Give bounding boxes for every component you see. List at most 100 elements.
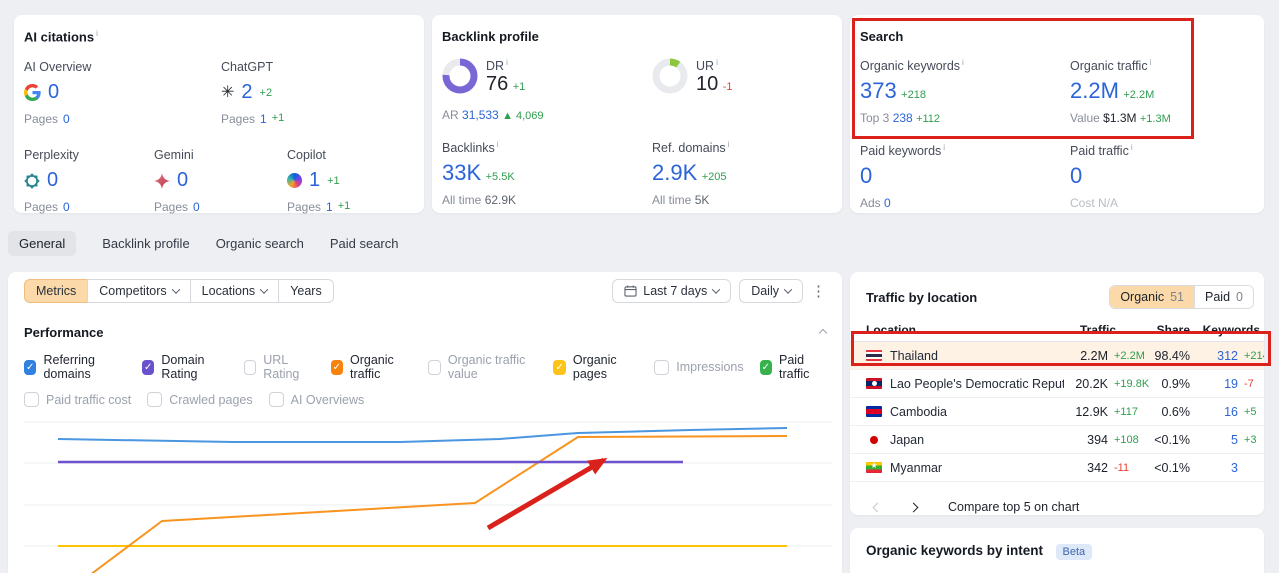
toggle-organic[interactable]: Organic 51 [1110, 286, 1195, 308]
chevron-right-icon [908, 502, 918, 512]
table-row-japan[interactable]: Japan 394 +108 <0.1% 5 +3 [850, 426, 1264, 454]
chevron-down-icon [783, 285, 793, 294]
ur-donut [652, 58, 688, 94]
info-icon: i [962, 58, 964, 67]
pages-label: Pages [24, 112, 59, 127]
chatgpt-label: ChatGPT [221, 60, 274, 75]
keywords-by-intent-card: Organic keywords by intent Beta [850, 528, 1264, 573]
keywords-by-intent-title: Organic keywords by intent [866, 543, 1044, 558]
pages-label: Pages [154, 200, 189, 215]
annotation-arrow [486, 457, 608, 531]
keywords-link[interactable]: 312 [1190, 349, 1238, 363]
locations-dropdown[interactable]: Locations [189, 279, 279, 303]
dr-value: 76 [486, 73, 509, 96]
keywords-link[interactable]: 5 [1190, 433, 1238, 447]
ads-value[interactable]: 0 [884, 196, 891, 210]
chevron-down-icon [259, 285, 269, 294]
ai-overview-value[interactable]: 0 [48, 81, 59, 104]
checkbox-referring-domains[interactable]: Referring domains [24, 353, 126, 381]
checkbox-box [654, 359, 670, 375]
search-title: Search [860, 29, 904, 44]
chevron-down-icon [711, 285, 721, 294]
traffic-value-delta: +1.3M [1139, 113, 1171, 126]
backlinks-delta: +5.5K [485, 171, 515, 184]
table-row-thailand[interactable]: Thailand 2.2M +2.2M 98.4% 312 +214 [850, 342, 1264, 370]
pages-value[interactable]: 1 [260, 112, 267, 126]
pages-value[interactable]: 0 [63, 112, 70, 126]
table-row-cambodia[interactable]: Cambodia 12.9K +117 0.6% 16 +5 [850, 398, 1264, 426]
toggle-paid[interactable]: Paid 0 [1194, 286, 1253, 308]
ur-delta: -1 [722, 81, 733, 94]
table-row-laos[interactable]: Lao People's Democratic Reput 20.2K +19.… [850, 370, 1264, 398]
checkbox-domain-rating[interactable]: Domain Rating [141, 353, 228, 381]
ahrefs-overview-dashboard: AI citations i AI Overview 0 Pages 0 ChatG… [0, 0, 1279, 573]
competitors-dropdown[interactable]: Competitors [87, 279, 190, 303]
date-range-dropdown[interactable]: Last 7 days [612, 279, 732, 303]
tab-general[interactable]: General [8, 231, 77, 256]
ref-domains-value[interactable]: 2.9K [652, 160, 697, 185]
organic-traffic-value[interactable]: 2.2M [1070, 78, 1119, 103]
chatgpt-delta: +2 [259, 86, 273, 99]
checkbox-impressions[interactable]: Impressions [654, 353, 744, 381]
keywords-link[interactable]: 19 [1190, 377, 1238, 391]
next-page-button[interactable] [902, 496, 924, 515]
prev-page-button[interactable] [866, 496, 888, 515]
tab-paid-search[interactable]: Paid search [330, 236, 399, 251]
paid-traffic-label: Paid traffic i [1070, 143, 1133, 159]
pages-label: Pages [24, 200, 59, 215]
checkbox-box [428, 359, 441, 375]
table-row-myanmar[interactable]: Myanmar 342 -11 <0.1% 3 [850, 454, 1264, 482]
perplexity-value[interactable]: 0 [47, 169, 58, 192]
paid-keywords-value[interactable]: 0 [860, 163, 872, 188]
ref-domains-label: Ref. domains i [652, 140, 730, 156]
compare-top5-button[interactable]: Compare top 5 on chart [948, 500, 1079, 514]
years-button[interactable]: Years [278, 279, 334, 303]
checkbox-box [759, 359, 773, 375]
pages-value[interactable]: 0 [193, 200, 200, 214]
myanmar-flag-icon [866, 461, 882, 473]
copilot-icon [287, 173, 302, 189]
info-icon: i [1130, 143, 1133, 153]
granularity-dropdown[interactable]: Daily [739, 279, 803, 303]
backlinks-value[interactable]: 33K [442, 160, 481, 185]
cambodia-flag-icon [866, 406, 882, 417]
performance-title: Performance [24, 325, 104, 340]
gemini-value[interactable]: 0 [177, 169, 188, 192]
ar-row: AR 31,533 ▲ 4,069 [442, 108, 544, 123]
perplexity-icon [24, 173, 40, 189]
checkbox-organic-traffic-value[interactable]: Organic traffic value [428, 353, 537, 381]
metrics-button[interactable]: Metrics [24, 279, 88, 303]
organic-keywords-value[interactable]: 373 [860, 78, 897, 103]
info-icon: i [496, 140, 499, 150]
paid-traffic-value[interactable]: 0 [1070, 163, 1082, 188]
copilot-value[interactable]: 1 [309, 169, 320, 192]
top3-value[interactable]: 238 [893, 111, 913, 125]
paid-keywords-metric: Paid keywords i 0 Ads 0 [860, 143, 1070, 210]
tab-backlink-profile[interactable]: Backlink profile [102, 236, 189, 251]
keywords-link[interactable]: 16 [1190, 405, 1238, 419]
paid-traffic-metric: Paid traffic i 0 Cost N/A [1070, 143, 1254, 210]
tab-organic-search[interactable]: Organic search [216, 236, 304, 251]
pages-value[interactable]: 0 [63, 200, 70, 214]
traffic-pagination: Compare top 5 on chart [866, 496, 1264, 515]
info-icon: i [716, 58, 718, 67]
info-icon: i [943, 143, 946, 153]
checkbox-organic-traffic[interactable]: Organic traffic [330, 353, 413, 381]
keywords-link[interactable]: 3 [1190, 461, 1238, 475]
ref-domains-delta: +205 [701, 171, 727, 184]
collapse-chevron-icon[interactable] [818, 328, 828, 337]
checkbox-organic-pages[interactable]: Organic pages [553, 353, 638, 381]
search-card: Search Organic keywords i 373 +218 Top 3 … [850, 15, 1264, 213]
pages-value[interactable]: 1 [326, 200, 333, 214]
section-tabs: General Backlink profile Organic search … [8, 231, 399, 256]
performance-line-chart[interactable] [8, 392, 842, 573]
checkbox-url-rating[interactable]: URL Rating [243, 353, 315, 381]
chevron-left-icon [872, 502, 882, 512]
checkbox-box [330, 359, 343, 375]
chatgpt-value[interactable]: 2 [241, 81, 252, 104]
ar-value[interactable]: 31,533 [462, 108, 499, 122]
traffic-by-location-card: Traffic by location Organic 51 Paid 0 Loca… [850, 272, 1264, 515]
checkbox-paid-traffic[interactable]: Paid traffic [759, 353, 826, 381]
more-options-icon[interactable]: ⋮ [811, 282, 826, 300]
beta-badge: Beta [1055, 544, 1093, 560]
